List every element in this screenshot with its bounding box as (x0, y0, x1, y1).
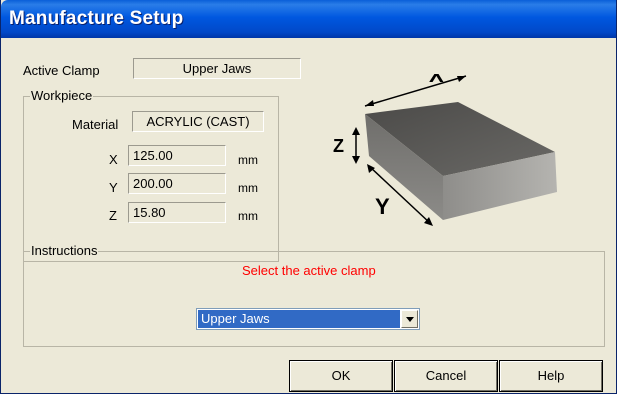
cancel-button[interactable]: Cancel (394, 360, 498, 392)
x-axis-diagram-label: X (429, 74, 444, 87)
manufacture-setup-dialog: Manufacture Setup Active Clamp Upper Jaw… (0, 0, 617, 394)
active-clamp-select[interactable]: Upper Jaws (196, 308, 420, 330)
chevron-down-icon[interactable] (401, 310, 418, 328)
z-unit-label: mm (238, 209, 258, 223)
title-bar[interactable]: Manufacture Setup (1, 0, 616, 38)
x-dimension-arrow (364, 75, 467, 107)
active-clamp-select-value[interactable]: Upper Jaws (198, 310, 400, 328)
window-title: Manufacture Setup (9, 8, 184, 29)
help-button[interactable]: Help (499, 360, 603, 392)
y-axis-label: Y (109, 180, 118, 195)
x-unit-label: mm (238, 153, 258, 167)
y-axis-diagram-label: Y (375, 194, 390, 219)
z-axis-diagram-label: Z (333, 136, 344, 156)
active-clamp-label: Active Clamp (23, 63, 100, 78)
active-clamp-value: Upper Jaws (133, 58, 301, 79)
x-axis-label: X (109, 152, 118, 167)
z-dimension-field[interactable]: 15.80 (128, 202, 226, 223)
x-dimension-field[interactable]: 125.00 (128, 145, 226, 166)
instruction-message: Select the active clamp (242, 263, 376, 278)
ok-button[interactable]: OK (289, 360, 393, 392)
workpiece-diagram: X Z Y (333, 62, 588, 274)
instructions-group-title: Instructions (30, 243, 99, 258)
z-axis-label: Z (109, 208, 117, 223)
y-dimension-field[interactable]: 200.00 (128, 173, 226, 194)
dialog-client-area: Active Clamp Upper Jaws Workpiece Materi… (5, 38, 610, 392)
material-value: ACRYLIC (CAST) (132, 111, 264, 132)
workpiece-block-illustration: X Z Y (333, 62, 557, 226)
workpiece-group-title: Workpiece (30, 88, 94, 103)
y-unit-label: mm (238, 181, 258, 195)
material-label: Material (72, 117, 119, 132)
